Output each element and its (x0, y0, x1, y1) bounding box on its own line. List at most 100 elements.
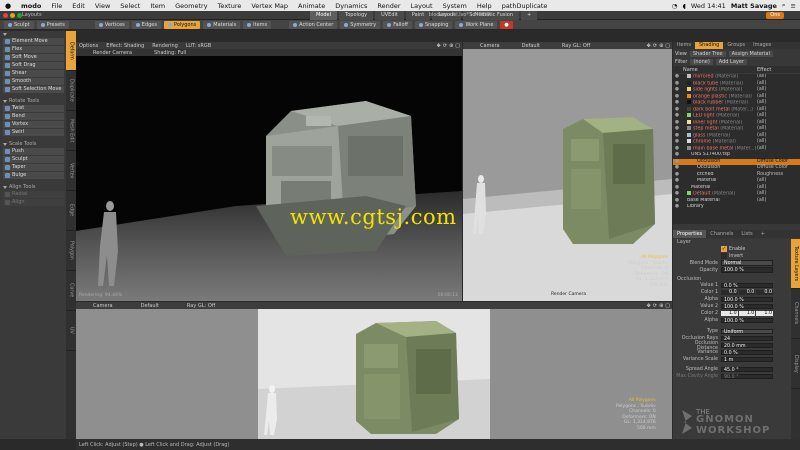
minimize-window-icon[interactable] (10, 13, 15, 18)
enable-checkbox[interactable]: ✓ (721, 246, 727, 252)
tool-tab-edge[interactable]: Edge (66, 191, 76, 231)
move-view-icon[interactable]: ✥ (647, 43, 651, 49)
wifi-icon[interactable]: ◔ (672, 2, 678, 10)
tool-flex[interactable]: Flex (3, 46, 64, 53)
tool-tab-mesh-edit[interactable]: Mesh Edit (66, 111, 76, 151)
search-icon[interactable]: ⌕ (782, 1, 786, 10)
menu-geometry[interactable]: Geometry (170, 2, 212, 10)
move-view-icon[interactable]: ✥ (647, 303, 651, 309)
render-shading-dropdown[interactable]: Shading: Full (140, 50, 186, 56)
tree-col-name[interactable]: Name (673, 67, 757, 73)
menu-help[interactable]: Help (472, 2, 497, 10)
menu-dynamics[interactable]: Dynamics (330, 2, 372, 10)
tool-align[interactable]: Align (3, 199, 64, 206)
layout-tab-paint[interactable]: Paint (405, 11, 431, 20)
prop-tab-properties[interactable]: Properties (673, 230, 707, 238)
tool-shear[interactable]: Shear (3, 70, 64, 77)
menu-file[interactable]: File (46, 2, 67, 10)
tool-group-header[interactable]: Scale Tools (0, 141, 66, 148)
value1-field[interactable]: 0.0 % (721, 282, 773, 289)
tool-taper[interactable]: Taper (3, 164, 64, 171)
tool-bend[interactable]: Bend (3, 113, 64, 120)
snapping-button[interactable]: Snapping (414, 20, 453, 29)
color2-field[interactable]: 1.0 1.0 1.0 (721, 310, 774, 317)
invert-checkbox[interactable] (721, 253, 727, 259)
tool-tab-uv[interactable]: UV (66, 311, 76, 351)
mode-items-button[interactable]: Items (243, 20, 272, 29)
mode-polygons-button[interactable]: Polygons (163, 20, 201, 29)
blend-mode-dropdown[interactable]: Normal (721, 260, 773, 266)
clock[interactable]: Wed 14:41 (691, 2, 726, 10)
move-view-icon[interactable]: ✥ (437, 43, 441, 49)
falloff-button[interactable]: Falloff (383, 20, 412, 29)
menu-layout[interactable]: Layout (406, 2, 438, 10)
rays-field[interactable]: 24 (721, 335, 773, 342)
zoom-view-icon[interactable]: ⊕ (659, 303, 663, 309)
tool-tab-deform[interactable]: Deform (66, 31, 76, 71)
spread-field[interactable]: 45.0 ° (721, 366, 773, 373)
menu-system[interactable]: System (438, 2, 472, 10)
right-camera-dropdown[interactable]: Camera (466, 43, 500, 49)
layout-tab-uvedit[interactable]: UVEdit (375, 11, 404, 20)
tree-col-effect[interactable]: Effect (757, 67, 771, 73)
bottom-raygl-dropdown[interactable]: Ray GL: Off (167, 303, 215, 309)
viewport-render[interactable]: Options Effect: Shading Rendering LUT: s… (76, 42, 462, 301)
type-dropdown[interactable]: Uniform (721, 328, 773, 335)
add-layer-button[interactable]: Add Layer (715, 58, 747, 65)
sculpt-button[interactable]: Sculpt (4, 20, 34, 29)
alpha2-field[interactable]: 100.0 % (721, 317, 773, 324)
tool-tab-curve[interactable]: Curve (66, 271, 76, 311)
render-camera-dropdown[interactable]: Render Camera (79, 50, 132, 56)
mode-materials-button[interactable]: Materials (203, 20, 241, 29)
rotate-view-icon[interactable]: ⟳ (443, 43, 447, 49)
tool-element-move[interactable]: Element Move (3, 38, 64, 45)
prop-tab-add[interactable]: + (757, 230, 769, 238)
bottom-camera-dropdown[interactable]: Camera (79, 303, 113, 309)
tool-sculpt[interactable]: Sculpt (3, 156, 64, 163)
tool-tab-vertex[interactable]: Vertex (66, 151, 76, 191)
assign-material-button[interactable]: Assign Material (728, 50, 773, 57)
tool-soft-move[interactable]: Soft Move (3, 54, 64, 61)
right-raygl-dropdown[interactable]: Ray GL: Off (548, 43, 590, 49)
prop-tab-channels[interactable]: Channels (706, 230, 737, 238)
add-layout-tab-button[interactable]: + (521, 11, 538, 20)
tool-twist[interactable]: Twist (3, 105, 64, 112)
viewport-camera-bottom[interactable]: Camera Default Ray GL: Off ✥ ⟳ ⊕ ▢ All P… (76, 302, 672, 439)
tool-soft-drag[interactable]: Soft Drag (3, 62, 64, 69)
tool-radial[interactable]: Radial (3, 191, 64, 198)
panel-tab-items[interactable]: Items (673, 42, 695, 49)
right-shading-dropdown[interactable]: Default (508, 43, 540, 49)
tool-group-header[interactable]: Rotate Tools (0, 98, 66, 105)
menu-modo[interactable]: modo (16, 2, 46, 10)
symmetry-button[interactable]: Symmetry (340, 20, 381, 29)
render-rendering-dropdown[interactable]: Rendering (152, 43, 178, 49)
layout-tab-model[interactable]: Model (310, 11, 338, 20)
tool-swirl[interactable]: Swirl (3, 129, 64, 136)
menu-render[interactable]: Render (372, 2, 405, 10)
path-button[interactable]: Ons (766, 12, 784, 19)
maximize-view-icon[interactable]: ▢ (665, 303, 670, 309)
prop-tab-lists[interactable]: Lists (737, 230, 756, 238)
tree-row[interactable]: ● Library (673, 204, 800, 211)
tool-tab-duplicate[interactable]: Duplicate (66, 71, 76, 111)
variance-field[interactable]: 0.0 % (721, 349, 773, 356)
visibility-eye-icon[interactable]: ● (673, 204, 681, 211)
render-effect-dropdown[interactable]: Effect: Shading (106, 43, 144, 49)
presets-button[interactable]: Presets (36, 20, 69, 29)
tool-soft-selection-move[interactable]: Soft Selection Move (3, 86, 64, 93)
tool-push[interactable]: Push (3, 148, 64, 155)
viewport-camera-right[interactable]: Camera Default Ray GL: Off ✥ ⟳ ⊕ ▢ All P… (463, 42, 672, 301)
menu-select[interactable]: Select (115, 2, 145, 10)
volume-icon[interactable]: ◖ (682, 2, 685, 10)
filter-dropdown[interactable]: (none) (690, 58, 713, 65)
close-window-icon[interactable] (3, 13, 8, 18)
color1-field[interactable]: 0.0 0.0 0.0 (721, 289, 774, 296)
menu-pathduplicate[interactable]: pathDuplicate (497, 2, 553, 10)
side-tab-channels[interactable]: Channels (791, 289, 800, 339)
tool-group-header[interactable]: Align Tools (0, 184, 66, 191)
tool-tab-polygon[interactable]: Polygon (66, 231, 76, 271)
view-dropdown[interactable]: Shader Tree (689, 50, 726, 57)
panel-tab-shading[interactable]: Shading (695, 42, 724, 49)
record-button[interactable]: ● (500, 20, 513, 29)
menu-animate[interactable]: Animate (293, 2, 330, 10)
